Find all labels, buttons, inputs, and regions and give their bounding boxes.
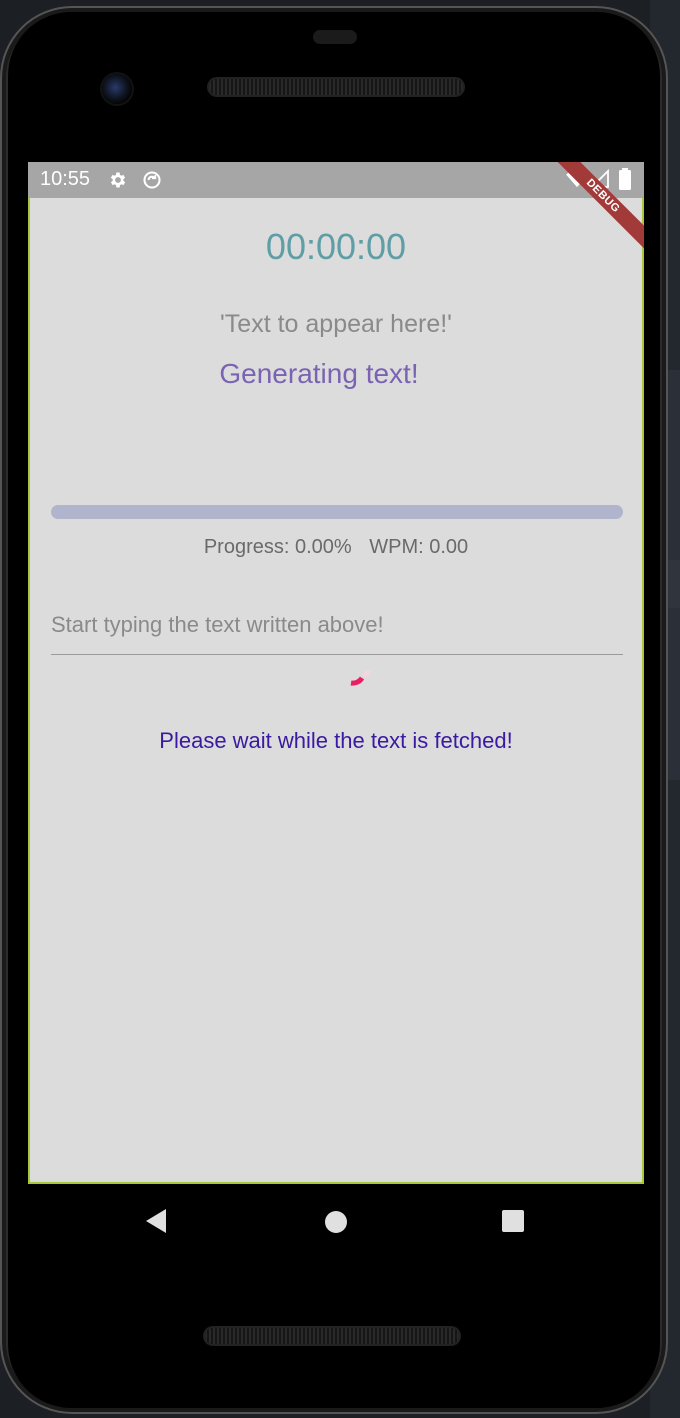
- home-icon[interactable]: [324, 1210, 348, 1238]
- typing-stats: Progress: 0.00% WPM: 0.00: [30, 536, 642, 559]
- typing-input[interactable]: [51, 596, 623, 655]
- phone-notch: [313, 30, 357, 44]
- progress-bar: [51, 505, 623, 519]
- progress-label: Progress: 0.00%: [203, 536, 352, 558]
- app-body: DEBUG 00:00:00 'Text to appear here!' Ge…: [28, 162, 644, 1184]
- wait-message: Please wait while the text is fetched!: [159, 728, 513, 753]
- earpiece-speaker: [209, 79, 463, 95]
- wpm-label: WPM: 0.00: [369, 536, 469, 558]
- sync-icon: [142, 170, 162, 194]
- phone-screen: 10:55 DEBUG 00:00:00 'Text to appear her…: [28, 162, 644, 1186]
- loading-spinner: [338, 658, 378, 698]
- bottom-speaker: [205, 1328, 459, 1344]
- generating-status: Generating text!: [219, 358, 419, 389]
- status-time: 10:55: [40, 168, 91, 190]
- spinner-arc: [350, 676, 365, 686]
- battery-icon: [618, 168, 632, 194]
- wifi-icon: [566, 169, 588, 193]
- signal-icon: [589, 168, 610, 193]
- navigation-bar: [28, 1188, 644, 1258]
- target-text: 'Text to appear here!': [220, 310, 452, 338]
- status-bar: 10:55: [28, 162, 644, 198]
- gear-icon: [108, 170, 128, 194]
- spinner-trail: [362, 669, 371, 678]
- recents-icon[interactable]: [502, 1210, 524, 1236]
- elapsed-timer: 00:00:00: [265, 226, 407, 267]
- back-icon[interactable]: [144, 1208, 168, 1238]
- front-camera: [102, 74, 132, 104]
- backdrop-panel-highlight: [666, 560, 680, 608]
